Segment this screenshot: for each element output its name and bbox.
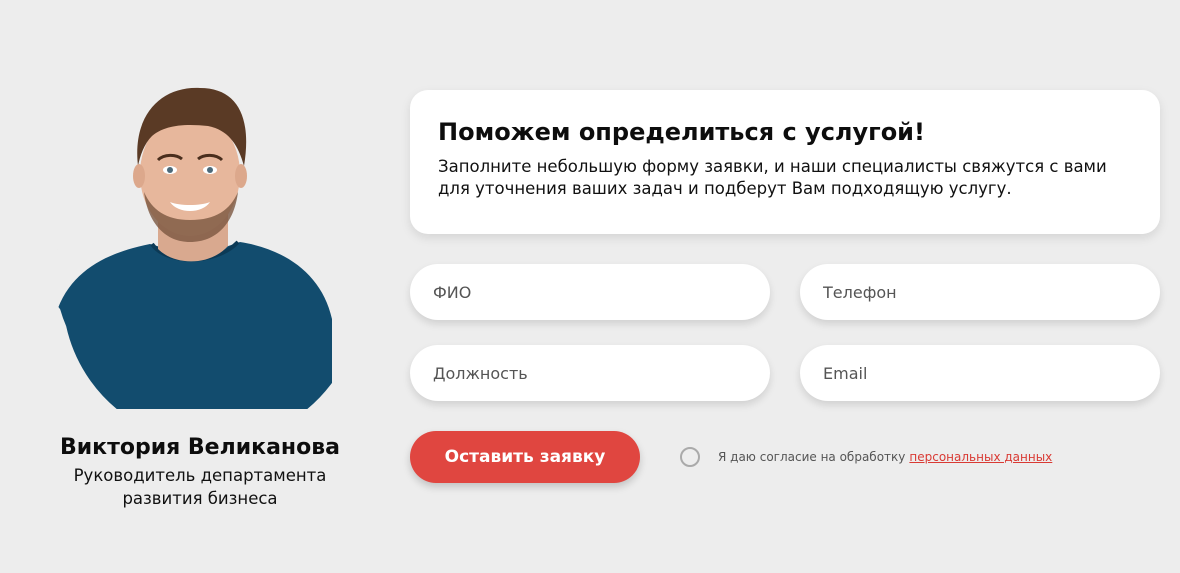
- submit-button[interactable]: Оставить заявку: [410, 431, 640, 483]
- position-input[interactable]: [410, 345, 770, 401]
- consent-radio[interactable]: [680, 447, 700, 467]
- email-input[interactable]: [800, 345, 1160, 401]
- phone-input[interactable]: [800, 264, 1160, 320]
- info-text: Заполните небольшую форму заявки, и наши…: [438, 157, 1107, 198]
- consent-link[interactable]: персональных данных: [909, 450, 1052, 464]
- info-title: Поможем определиться с услугой!: [438, 118, 925, 146]
- consent-text: Я даю согласие на обработку: [718, 450, 906, 464]
- info-card: Поможем определиться с услугой! Заполнит…: [410, 90, 1160, 234]
- avatar: [56, 87, 332, 409]
- person-role: Руководитель департамента развития бизне…: [40, 464, 360, 510]
- fio-input[interactable]: [410, 264, 770, 320]
- person-role-line: Руководитель департамента: [73, 466, 327, 485]
- person-role-line: развития бизнеса: [122, 489, 278, 508]
- person-name: Виктория Великанова: [59, 435, 340, 460]
- consent: Я даю согласие на обработку персональных…: [680, 445, 1052, 469]
- person-block: Виктория Великанова Руководитель департа…: [40, 74, 360, 508]
- avatar-wrap: [40, 74, 360, 409]
